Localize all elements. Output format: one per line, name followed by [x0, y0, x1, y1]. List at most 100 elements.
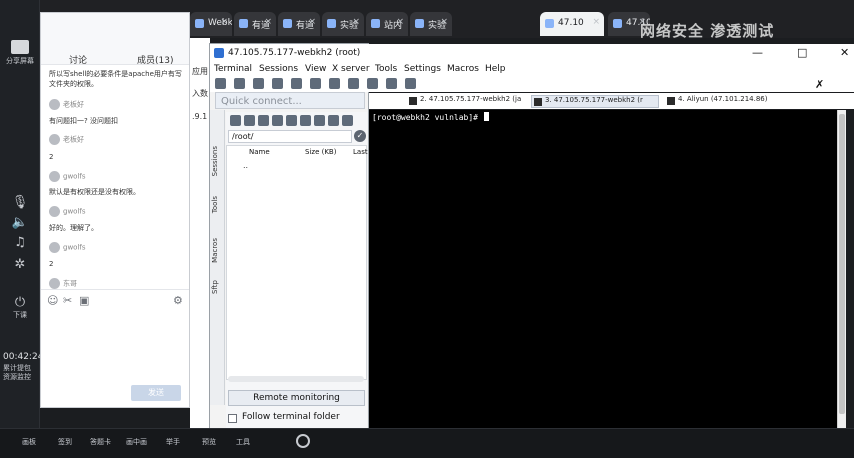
close-icon[interactable]: × — [440, 17, 448, 27]
close-icon[interactable]: × — [592, 17, 600, 27]
browser-tab-active[interactable]: 47.10 × — [540, 12, 604, 36]
close-icon[interactable]: ✕ — [840, 46, 849, 59]
browser-tab[interactable]: 有道 × — [234, 12, 276, 36]
column-last[interactable]: Last — [353, 148, 368, 156]
remote-monitoring-button[interactable]: Remote monitoring — [228, 390, 365, 406]
tools-icon[interactable] — [253, 78, 264, 89]
close-icon[interactable]: × — [264, 17, 272, 27]
chat-user: 老板好 — [49, 99, 84, 110]
delete-icon[interactable] — [314, 115, 325, 126]
refresh-icon[interactable] — [272, 115, 283, 126]
games-icon[interactable] — [272, 78, 283, 89]
bottom-item-signin[interactable]: 签到 — [58, 437, 72, 447]
multiexec-icon[interactable] — [348, 78, 359, 89]
rename-icon[interactable] — [328, 115, 339, 126]
tunneling-icon[interactable] — [367, 78, 378, 89]
minimize-icon[interactable]: — — [752, 46, 763, 59]
file-row-parent[interactable]: .. — [243, 161, 248, 170]
chat-input-area[interactable]: ☺ ✂ ▣ ⚙ 发送 — [41, 289, 189, 407]
check-icon[interactable]: ✓ — [354, 130, 366, 142]
view-icon[interactable] — [310, 78, 321, 89]
terminal-icon — [409, 97, 417, 105]
terminal[interactable]: [root@webkh2 vulnlab]# — [369, 110, 837, 428]
settings-button[interactable]: ✲ — [0, 258, 40, 272]
share-screen-icon — [11, 40, 29, 54]
browser-tab[interactable]: 实验 × — [322, 12, 364, 36]
packages-icon[interactable] — [386, 78, 397, 89]
tab-label: 47.10 — [558, 18, 584, 28]
close-icon[interactable]: × — [220, 17, 228, 27]
settings-icon[interactable] — [342, 115, 353, 126]
emoji-icon[interactable]: ☺ — [47, 294, 58, 307]
menu-sessions[interactable]: Sessions — [259, 64, 298, 74]
tab-sessions[interactable]: Sessions — [211, 146, 219, 176]
terminal-prompt: [root@webkh2 vulnlab]# — [372, 112, 489, 122]
menu-tools[interactable]: Tools — [375, 64, 397, 74]
bottom-item-answer-card[interactable]: 答题卡 — [90, 437, 111, 447]
terminal-tab-active[interactable]: 3. 47.105.75.177-webkh2 (r — [531, 95, 659, 108]
clock-time: 00:42:24 — [3, 352, 44, 362]
maximize-icon[interactable]: □ — [797, 46, 807, 59]
browser-tab[interactable]: 实验 × — [410, 12, 452, 36]
tab-discuss[interactable]: 讨论 — [69, 53, 87, 66]
sftp-panel: /root/ ✓ Name Size (KB) Last .. Remote m… — [226, 112, 368, 432]
bottom-item-whiteboard[interactable]: 画板 — [22, 437, 36, 447]
send-button[interactable]: 发送 — [131, 385, 181, 401]
terminal-icon — [667, 97, 675, 105]
menu-help[interactable]: Help — [485, 64, 506, 74]
tab-tools[interactable]: Tools — [211, 196, 219, 213]
menu-bar: Terminal Sessions View X server Tools Se… — [210, 62, 854, 76]
image-icon[interactable]: ▣ — [79, 294, 89, 307]
bottom-item-pip[interactable]: 画中画 — [126, 437, 147, 447]
servers-icon[interactable] — [234, 78, 245, 89]
download-button[interactable]: ⏻ 下课 — [0, 296, 40, 320]
terminal-tab[interactable]: 4. Aliyun (47.101.214.86) — [665, 95, 805, 108]
menu-view[interactable]: View — [305, 64, 326, 74]
bottom-item-preview[interactable]: 预览 — [202, 437, 216, 447]
menu-terminal[interactable]: Terminal — [214, 64, 252, 74]
close-icon[interactable]: × — [308, 17, 316, 27]
close-icon[interactable]: × — [352, 17, 360, 27]
sessions-icon[interactable] — [291, 78, 302, 89]
menu-macros[interactable]: Macros — [447, 64, 479, 74]
menu-xserver[interactable]: X server — [332, 64, 370, 74]
folder-up-icon[interactable] — [230, 115, 241, 126]
share-screen-button[interactable]: 分享屏幕 — [0, 40, 40, 66]
terminal-scrollbar[interactable] — [837, 110, 846, 428]
sftp-path-input[interactable]: /root/ — [228, 130, 352, 143]
new-folder-icon[interactable] — [300, 115, 311, 126]
power-icon[interactable] — [296, 434, 310, 448]
new-file-icon[interactable] — [286, 115, 297, 126]
background-text: .9.1 — [192, 112, 208, 121]
upload-icon[interactable] — [258, 115, 269, 126]
speaker-button[interactable]: 🔈 — [0, 216, 40, 230]
bottom-toolbar: 画板 签到 答题卡 画中画 举手 预览 工具 — [0, 428, 854, 458]
horizontal-scrollbar[interactable] — [228, 376, 364, 382]
split-icon[interactable] — [329, 78, 340, 89]
x-server-icon[interactable]: ✗ — [815, 78, 824, 91]
browser-tab[interactable]: 站内 × — [366, 12, 408, 36]
chat-user-name: gwolfs — [63, 207, 86, 216]
tab-members[interactable]: 成员(13) — [137, 53, 173, 66]
column-name[interactable]: Name — [249, 148, 270, 156]
scrollbar-thumb[interactable] — [839, 114, 845, 414]
quick-connect-input[interactable]: Quick connect... — [215, 92, 365, 109]
follow-terminal-checkbox[interactable] — [228, 414, 237, 423]
scissors-icon[interactable]: ✂ — [63, 294, 72, 307]
bottom-item-tools[interactable]: 工具 — [236, 437, 250, 447]
column-size[interactable]: Size (KB) — [305, 148, 336, 156]
menu-settings[interactable]: Settings — [404, 64, 441, 74]
download-icon[interactable] — [244, 115, 255, 126]
bottom-item-raise-hand[interactable]: 举手 — [166, 437, 180, 447]
browser-tab[interactable]: Webk × — [190, 12, 232, 36]
close-icon[interactable]: × — [396, 17, 404, 27]
mic-button[interactable]: 🎙 — [0, 196, 40, 210]
browser-tab[interactable]: 有道 × — [278, 12, 320, 36]
tab-macros[interactable]: Macros — [211, 238, 219, 263]
music-button[interactable]: ♫ — [0, 236, 40, 250]
terminal-tab[interactable]: 2. 47.105.75.177-webkh2 (ja — [407, 95, 531, 108]
globe-icon[interactable] — [405, 78, 416, 89]
tab-sftp[interactable]: Sftp — [211, 280, 219, 294]
gear-icon[interactable]: ⚙ — [173, 294, 183, 307]
session-icon[interactable] — [215, 78, 226, 89]
